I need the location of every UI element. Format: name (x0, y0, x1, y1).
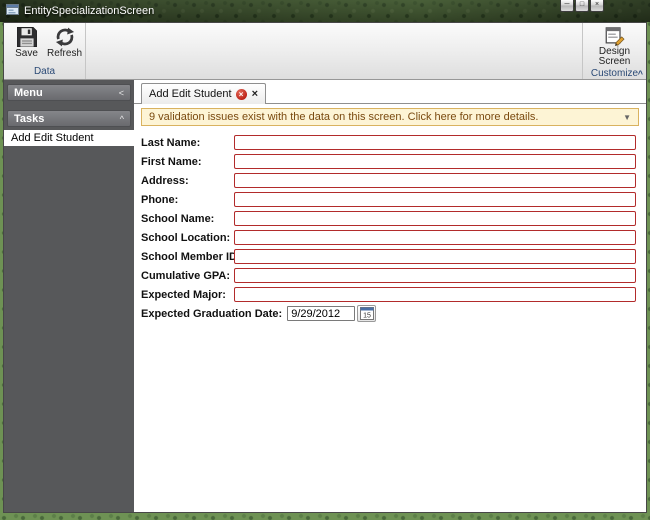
school-location-input[interactable] (234, 230, 636, 245)
design-screen-button[interactable]: Design Screen (589, 26, 641, 67)
main-content: Add Edit Student × × 9 validation issues… (134, 80, 646, 512)
form: Last Name: First Name: Address: Phone: S… (134, 129, 646, 323)
form-row: Cumulative GPA: (141, 266, 636, 285)
ribbon-buttons-right: Design Screen (583, 23, 646, 67)
validation-banner[interactable]: 9 validation issues exist with the data … (141, 108, 639, 126)
tasks-header[interactable]: Tasks ^ (7, 110, 131, 127)
customize-group-label: Customize (590, 68, 639, 79)
tasks-header-label: Tasks (14, 112, 45, 125)
collapse-menu-icon: < (118, 87, 124, 98)
ribbon-buttons: Save Refresh (4, 23, 85, 65)
validation-error-icon: × (235, 88, 247, 100)
school-member-id-label: School Member ID: (141, 250, 241, 263)
phone-input[interactable] (234, 192, 636, 207)
title-bar[interactable]: EntitySpecializationScreen ─ □ × (0, 0, 650, 22)
collapse-tasks-icon: ^ (119, 113, 124, 124)
expected-graduation-date-label: Expected Graduation Date: (141, 307, 283, 320)
cumulative-gpa-label: Cumulative GPA: (141, 269, 231, 282)
expected-major-input[interactable] (234, 287, 636, 302)
sidebar: Menu < Tasks ^ Add Edit Student (4, 80, 134, 512)
refresh-icon (54, 26, 76, 48)
date-picker-button[interactable]: 15 (357, 305, 377, 322)
design-screen-icon (605, 26, 625, 46)
tab-label: Add Edit Student (149, 88, 232, 100)
expected-graduation-date-input[interactable] (287, 306, 356, 321)
form-row: School Member ID: (141, 247, 636, 266)
form-row: Expected Major: (141, 285, 636, 304)
window-title: EntitySpecializationScreen (24, 5, 155, 17)
collapse-ribbon-button[interactable]: ^ (638, 68, 643, 81)
form-row: Address: (141, 171, 636, 190)
window-body: Menu < Tasks ^ Add Edit Student Add Edit… (4, 80, 646, 512)
form-row: School Location: (141, 228, 636, 247)
school-member-id-input[interactable] (234, 249, 636, 264)
validation-banner-text: 9 validation issues exist with the data … (149, 111, 539, 123)
school-location-label: School Location: (141, 231, 231, 244)
last-name-label: Last Name: (141, 136, 201, 149)
expected-major-label: Expected Major: (141, 288, 226, 301)
ribbon-group-customize: Design Screen Customize ^ (582, 23, 646, 79)
form-row: Last Name: (141, 133, 636, 152)
app-window: EntitySpecializationScreen ─ □ × Save Re… (0, 0, 650, 520)
form-row: First Name: (141, 152, 636, 171)
last-name-input[interactable] (234, 135, 636, 150)
design-screen-button-label: Design Screen (598, 46, 631, 67)
school-name-input[interactable] (234, 211, 636, 226)
close-button[interactable]: × (590, 0, 604, 12)
address-label: Address: (141, 174, 189, 187)
minimize-button[interactable]: ─ (560, 0, 574, 12)
app-icon (6, 3, 19, 19)
menu-header[interactable]: Menu < (7, 84, 131, 101)
calendar-icon: 15 (359, 307, 374, 320)
menu-header-label: Menu (14, 86, 43, 99)
phone-label: Phone: (141, 193, 179, 206)
save-icon (16, 26, 38, 48)
client-area: Save Refresh Data Design Screen Customiz… (3, 22, 647, 513)
school-name-label: School Name: (141, 212, 215, 225)
sidebar-item-add-edit-student[interactable]: Add Edit Student (4, 130, 134, 146)
save-button-label: Save (15, 48, 38, 59)
svg-text:15: 15 (363, 313, 371, 320)
tab-strip: Add Edit Student × × (134, 80, 646, 104)
ribbon-group-data: Save Refresh Data (4, 23, 86, 79)
maximize-button[interactable]: □ (575, 0, 589, 12)
save-button[interactable]: Save (9, 26, 44, 65)
tab-close-icon[interactable]: × (252, 88, 258, 100)
customize-group-label-row: Customize ^ (583, 67, 646, 81)
form-row: School Name: (141, 209, 636, 228)
banner-dropdown-icon[interactable]: ▼ (623, 113, 631, 122)
address-input[interactable] (234, 173, 636, 188)
first-name-label: First Name: (141, 155, 202, 168)
desktop: EntitySpecializationScreen ─ □ × Save Re… (0, 0, 650, 520)
cumulative-gpa-input[interactable] (234, 268, 636, 283)
tab-add-edit-student[interactable]: Add Edit Student × × (141, 83, 266, 104)
refresh-button-label: Refresh (47, 48, 83, 59)
window-controls: ─ □ × (560, 0, 604, 12)
data-group-label: Data (33, 66, 56, 77)
ribbon: Save Refresh Data Design Screen Customiz… (4, 23, 646, 80)
first-name-input[interactable] (234, 154, 636, 169)
refresh-button[interactable]: Refresh (47, 26, 82, 65)
form-row: Phone: (141, 190, 636, 209)
form-row-date: Expected Graduation Date: 15 (141, 304, 636, 323)
